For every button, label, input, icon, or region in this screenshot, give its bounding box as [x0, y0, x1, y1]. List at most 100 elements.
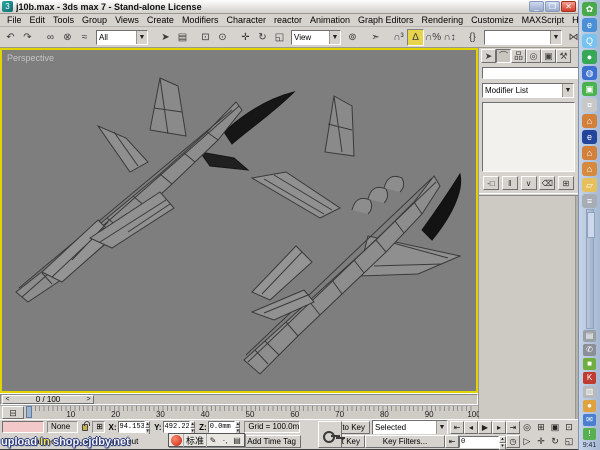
select-and-move-button[interactable]: ✛	[237, 29, 254, 46]
tab-motion[interactable]: ◎	[526, 49, 541, 63]
menu-item[interactable]: File	[3, 15, 26, 25]
chevron-down-icon[interactable]: ▼	[436, 421, 447, 434]
chevron-down-icon[interactable]: ▼	[329, 31, 340, 44]
tray-icon[interactable]: ●	[583, 400, 596, 412]
close-button[interactable]: ✕	[561, 1, 576, 12]
chevron-down-icon[interactable]: ▼	[550, 31, 561, 44]
go-to-end-button[interactable]: ⇥	[506, 421, 520, 434]
tray-icon[interactable]: K	[583, 372, 596, 384]
tray-icon[interactable]: ▤	[583, 330, 596, 342]
angle-snap-toggle-button[interactable]: ∆	[407, 29, 424, 46]
track-bar-ruler[interactable]: 102030405060708090100	[26, 406, 474, 419]
dock-shortcut-icon[interactable]: ⌂	[582, 114, 597, 128]
dock-shortcut-icon[interactable]: e	[582, 18, 597, 32]
dock-scroll-handle[interactable]	[587, 212, 595, 238]
named-selection-sets-dropdown[interactable]: ▼	[484, 30, 562, 45]
field-of-view-button[interactable]: ▷	[520, 435, 534, 448]
dock-shortcut-icon[interactable]: ⌂	[582, 146, 597, 160]
redo-button[interactable]: ↷	[19, 29, 36, 46]
dock-shortcut-icon[interactable]: ▱	[582, 178, 597, 192]
z-coordinate-field[interactable]: 0.0mm	[208, 421, 236, 433]
menu-item[interactable]: Animation	[306, 15, 354, 25]
percent-snap-toggle-button[interactable]: ∩%	[424, 29, 441, 46]
open-mini-curve-editor-button[interactable]: ⊟	[2, 406, 24, 419]
title-bar[interactable]: 3 j10b.max - 3ds max 7 - Stand-alone Lic…	[0, 0, 578, 14]
maxscript-mini-listener[interactable]	[2, 421, 44, 433]
time-configuration-button[interactable]: ◷	[506, 435, 520, 448]
menu-item[interactable]: Modifiers	[178, 15, 223, 25]
ime-logo-icon[interactable]	[171, 435, 182, 446]
dock-shortcut-icon[interactable]: Q	[582, 34, 597, 48]
zoom-extents-button[interactable]: ▣	[548, 421, 562, 434]
perspective-viewport[interactable]: Perspective	[0, 48, 478, 393]
tab-create[interactable]: ➤	[481, 49, 496, 63]
select-and-rotate-button[interactable]: ↻	[254, 29, 271, 46]
bind-to-space-warp-button[interactable]: ≈	[76, 29, 93, 46]
y-spinner[interactable]: ▴▾	[190, 421, 195, 433]
configure-modifier-sets-button[interactable]: ⊞	[558, 176, 574, 190]
frame-spinner[interactable]: ▴▾	[499, 436, 506, 448]
dock-shortcut-icon[interactable]: ◍	[582, 66, 597, 80]
next-frame-arrow[interactable]: >	[84, 396, 93, 404]
menu-item[interactable]: reactor	[270, 15, 306, 25]
menu-item[interactable]: Group	[78, 15, 111, 25]
tray-icon[interactable]: !	[583, 428, 596, 440]
tray-icon[interactable]: ✆	[583, 344, 596, 356]
rollout-area[interactable]	[479, 195, 578, 419]
go-to-start-button[interactable]: ⇤	[450, 421, 464, 434]
menu-item[interactable]: Rendering	[418, 15, 468, 25]
window-crossing-toggle[interactable]: ⊙	[214, 29, 231, 46]
dock-scroll-track[interactable]	[586, 209, 594, 329]
key-filters-button[interactable]: Key Filters...	[365, 435, 445, 448]
tray-icon[interactable]: ■	[583, 358, 596, 370]
menu-item[interactable]: Create	[143, 15, 178, 25]
tray-icon[interactable]: ▥	[583, 386, 596, 398]
rectangular-selection-region-button[interactable]: ⊡	[197, 29, 214, 46]
remove-modifier-button[interactable]: ⌫	[539, 176, 555, 190]
chevron-down-icon[interactable]: ▼	[562, 84, 573, 97]
absolute-offset-toggle[interactable]: ⊞	[92, 421, 104, 433]
selection-set-dropdown[interactable]: Selected ▼	[372, 420, 448, 435]
modifier-list-dropdown[interactable]: Modifier List ▼	[482, 83, 574, 98]
time-slider-track[interactable]: < 0 / 100 >	[0, 394, 478, 405]
dock-shortcut-icon[interactable]: ≡	[582, 194, 597, 208]
tray-icon[interactable]: ✉	[583, 414, 596, 426]
select-object-button[interactable]: ➤	[157, 29, 174, 46]
menu-item[interactable]: Character	[222, 15, 270, 25]
tab-display[interactable]: ▣	[541, 49, 556, 63]
previous-frame-arrow[interactable]: <	[3, 396, 12, 404]
select-and-scale-button[interactable]: ◱	[271, 29, 288, 46]
add-time-tag-button[interactable]: Add Time Tag	[242, 435, 301, 448]
tab-hierarchy[interactable]: 品	[511, 49, 526, 63]
tab-utilities[interactable]: ⚒	[556, 49, 571, 63]
ime-mode-label[interactable]: 标准	[183, 434, 207, 447]
reference-coordinate-system-dropdown[interactable]: View ▼	[291, 30, 341, 45]
restore-button[interactable]: ❐	[545, 1, 560, 12]
zoom-button[interactable]: ◎	[520, 421, 534, 434]
current-frame-field[interactable]: 0	[459, 436, 499, 448]
x-coordinate-field[interactable]: 94.153mm	[118, 421, 146, 433]
zoom-all-button[interactable]: ⊞	[534, 421, 548, 434]
dock-shortcut-icon[interactable]: ¤	[582, 98, 597, 112]
menu-item[interactable]: Customize	[467, 15, 518, 25]
minimize-button[interactable]: _	[529, 1, 544, 12]
make-unique-button[interactable]: ∨	[521, 176, 537, 190]
menu-item[interactable]: Edit	[26, 15, 50, 25]
ime-punctuation-icon[interactable]: ·,	[219, 436, 231, 445]
snap-toggle-3d-button[interactable]: ∩³	[390, 29, 407, 46]
chevron-down-icon[interactable]: ▼	[136, 31, 147, 44]
dock-shortcut-icon[interactable]: ⌂	[582, 162, 597, 176]
arc-rotate-button[interactable]: ↻	[548, 435, 562, 448]
go-to-start-button-2[interactable]: ⇤	[445, 435, 459, 448]
viewport-canvas[interactable]	[2, 50, 476, 391]
show-end-result-button[interactable]: ‖	[502, 176, 518, 190]
mirror-button[interactable]: ⋈	[565, 29, 578, 46]
dock-shortcut-icon[interactable]: ●	[582, 50, 597, 64]
selection-filter-dropdown[interactable]: All ▼	[96, 30, 148, 45]
select-by-name-button[interactable]: ▤	[174, 29, 191, 46]
x-spinner[interactable]: ▴▾	[145, 421, 150, 433]
dock-shortcut-icon[interactable]: e	[582, 130, 597, 144]
zoom-extents-all-button[interactable]: ⊡	[562, 421, 576, 434]
select-and-manipulate-button[interactable]: ➣	[367, 29, 384, 46]
time-slider-handle[interactable]: < 0 / 100 >	[2, 395, 94, 404]
